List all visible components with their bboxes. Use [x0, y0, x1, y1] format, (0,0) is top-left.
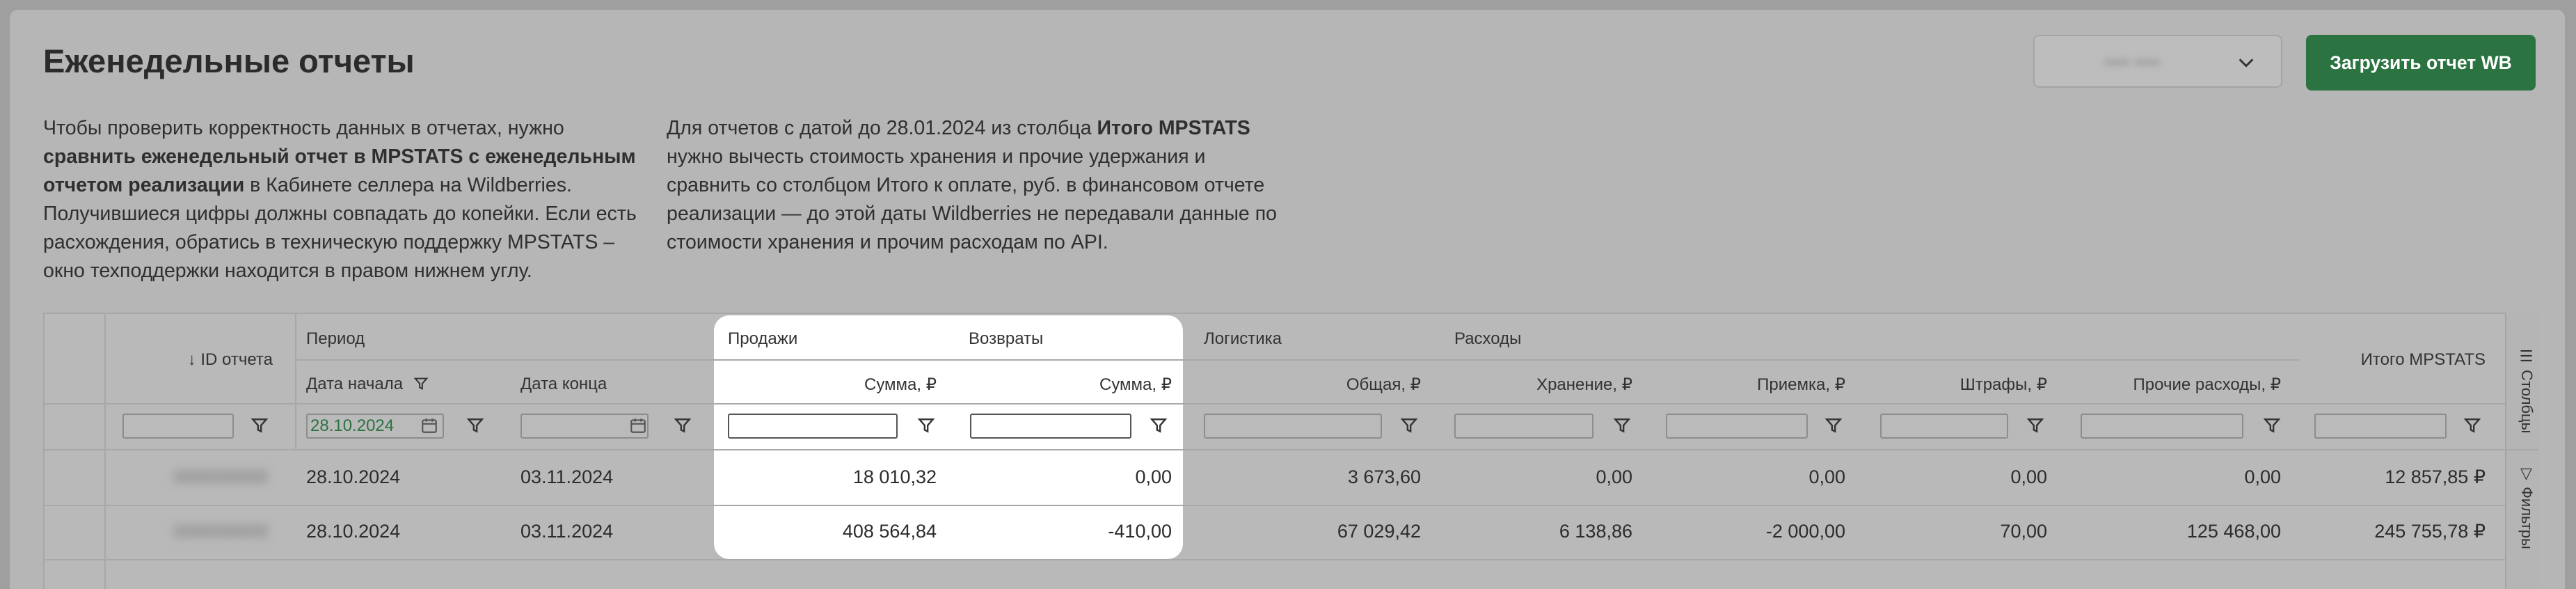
desc-text: Чтобы проверить корректность данных в от… [43, 117, 564, 139]
filter-icon[interactable] [1150, 416, 1168, 434]
cell-acceptance: -2 000,00 [1765, 521, 1845, 542]
filter-input-storage[interactable] [1454, 414, 1593, 439]
desc-text: нужно вычесть стоимость хранения и прочи… [667, 146, 1277, 253]
cell-total: 12 857,85 ₽ [2385, 466, 2486, 487]
group-expenses: Расходы [1454, 329, 1522, 348]
cell-logistics: 3 673,60 [1347, 466, 1421, 487]
col-header-other[interactable]: Прочие расходы, ₽ [2074, 375, 2281, 395]
filter-input-returns[interactable] [970, 414, 1131, 439]
cell-other: 0,00 [2244, 466, 2281, 487]
col-header-fines[interactable]: Штрафы, ₽ [1872, 375, 2047, 395]
cell-date-start: 28.10.2024 [306, 466, 401, 487]
filter-icon[interactable] [1613, 416, 1631, 434]
col-header-returns-sum[interactable]: Сумма, ₽ [960, 375, 1172, 395]
filter-input-other[interactable] [2081, 414, 2243, 439]
cell-fines: 0,00 [2010, 466, 2047, 487]
filter-input-total[interactable] [2314, 414, 2447, 439]
chevron-down-icon [2239, 58, 2254, 68]
side-tab-label: Столбцы [2518, 370, 2536, 434]
cell-date-start: 28.10.2024 [306, 521, 401, 542]
cell-acceptance: 0,00 [1808, 466, 1845, 487]
side-tab-columns[interactable]: ☰ Столбцы [2508, 348, 2536, 433]
cell-date-end: 03.11.2024 [520, 521, 614, 542]
col-header-storage[interactable]: Хранение, ₽ [1447, 375, 1632, 395]
group-returns: Возвраты [969, 329, 1044, 348]
filter-input-logistics[interactable] [1204, 414, 1382, 439]
account-select-value: •••• •••• [2104, 52, 2161, 72]
filter-icon[interactable] [2026, 416, 2044, 434]
columns-icon: ☰ [2518, 348, 2536, 370]
col-header-id[interactable]: ↓ ID отчета [111, 350, 273, 370]
description-left: Чтобы проверить корректность данных в от… [43, 114, 655, 285]
desc-bold: Итого MPSTATS [1097, 117, 1250, 139]
cell-date-end: 03.11.2024 [520, 466, 614, 487]
cell-storage: 6 138,86 [1559, 521, 1632, 542]
cell-total: 245 755,78 ₽ [2374, 521, 2486, 542]
filter-input-id[interactable] [122, 414, 234, 439]
cell-storage: 0,00 [1596, 466, 1632, 487]
filter-icon[interactable] [251, 416, 269, 434]
filter-icon[interactable] [1824, 416, 1843, 434]
col-header-acceptance[interactable]: Приемка, ₽ [1656, 375, 1845, 395]
cell-fines: 70,00 [2000, 521, 2047, 542]
col-header-logistics-total[interactable]: Общая, ₽ [1197, 375, 1421, 395]
filter-icon: ▽ [2518, 465, 2536, 487]
cell-other: 125 468,00 [2186, 521, 2281, 542]
filter-icon[interactable] [674, 416, 692, 434]
filter-input-sales[interactable] [728, 414, 898, 439]
col-header-label: Дата начала [306, 375, 404, 393]
cell-returns: -410,00 [1108, 521, 1172, 542]
group-sales: Продажи [728, 329, 798, 348]
cell-returns: 0,00 [1135, 466, 1172, 487]
cell-sales: 18 010,32 [852, 466, 937, 487]
page-title: Еженедельные отчеты [43, 42, 415, 79]
filter-icon[interactable] [2263, 416, 2281, 434]
upload-wb-report-button[interactable]: Загрузить отчет WB [2306, 35, 2536, 91]
group-period: Период [306, 329, 365, 348]
calendar-icon[interactable] [629, 416, 647, 434]
cell-id: 000000000 [174, 466, 269, 487]
col-header-date-end[interactable]: Дата конца [520, 375, 607, 394]
description-right: Для отчетов с датой до 28.01.2024 из сто… [667, 114, 1293, 257]
filter-icon[interactable] [2463, 416, 2481, 434]
col-header-total[interactable]: Итого MPSTATS [2303, 350, 2486, 370]
side-tab-filters[interactable]: ▽ Фильтры [2508, 465, 2536, 549]
filter-icon[interactable] [466, 416, 484, 434]
calendar-icon[interactable] [420, 416, 438, 434]
filter-icon[interactable] [1400, 416, 1418, 434]
cell-logistics: 67 029,42 [1337, 521, 1421, 542]
filter-icon[interactable] [917, 416, 935, 434]
reports-table [43, 313, 2538, 589]
side-tab-label: Фильтры [2518, 487, 2536, 549]
filter-input-fines[interactable] [1880, 414, 2008, 439]
cell-id: 000000000 [174, 521, 269, 542]
group-logistics: Логистика [1204, 329, 1282, 348]
filter-input-acceptance[interactable] [1666, 414, 1808, 439]
desc-text: Для отчетов с датой до 28.01.2024 из сто… [667, 117, 1097, 139]
cell-sales: 408 564,84 [842, 521, 937, 542]
col-header-date-start[interactable]: Дата начала [306, 375, 429, 394]
account-select[interactable]: •••• •••• [2033, 35, 2282, 88]
col-header-sales-sum[interactable]: Сумма, ₽ [724, 375, 937, 395]
filter-icon [413, 377, 429, 390]
